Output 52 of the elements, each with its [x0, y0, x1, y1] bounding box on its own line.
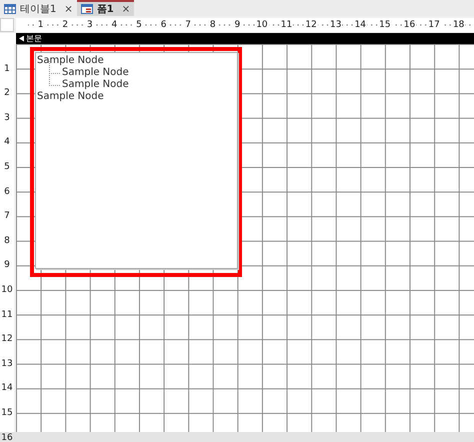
ruler-number: 11 — [280, 20, 294, 30]
ruler-number: 15 — [378, 20, 392, 30]
ruler-number: 11 — [1, 310, 13, 320]
ruler-number: 14 — [354, 20, 368, 30]
section-header[interactable]: 본문 — [16, 33, 474, 44]
ruler-number: 2 — [4, 88, 10, 98]
tree-node[interactable]: Sample Node — [37, 55, 104, 67]
ruler-number: 4 — [4, 137, 10, 148]
tree-connector — [49, 73, 61, 86]
section-title: 본문 — [26, 34, 42, 44]
ruler-number: 8 — [4, 236, 10, 246]
ruler-number: 4 — [110, 20, 118, 30]
tree-node[interactable]: Sample Node — [62, 79, 129, 91]
ruler-corner — [0, 18, 14, 32]
close-button[interactable]: × — [122, 2, 130, 16]
ruler-number: 7 — [4, 211, 10, 222]
ruler-number: 2 — [61, 20, 70, 30]
ruler-number: 5 — [4, 162, 10, 172]
close-button[interactable]: × — [64, 2, 73, 16]
ruler-number: 14 — [1, 383, 13, 394]
ruler-number: 8 — [208, 20, 217, 30]
ruler-number: 1 — [4, 64, 10, 74]
ruler-number: 3 — [86, 20, 94, 30]
ruler-number: 18 — [452, 20, 466, 30]
ruler-number: 1 — [36, 20, 44, 30]
ruler-number: 15 — [1, 408, 13, 418]
ruler-number: 10 — [1, 284, 13, 295]
ruler-number: 12 — [304, 20, 318, 30]
collapse-icon — [19, 36, 24, 42]
ruler-number: 3 — [4, 112, 10, 123]
ruler-number: 16 — [1, 432, 13, 442]
tree-view[interactable]: Sample Node Sample Node Sample Node Sample Node — [35, 52, 238, 269]
ruler-number: 13 — [328, 20, 342, 30]
ruler-number: 13 — [1, 358, 13, 369]
ruler-number: 12 — [1, 334, 13, 344]
ruler-number: 9 — [233, 20, 242, 30]
document-tab[interactable]: 폼1 × — [76, 0, 134, 16]
table-icon — [4, 4, 16, 14]
ruler-number: 17 — [427, 20, 441, 30]
ruler-number: 16 — [402, 20, 416, 30]
ruler-number: 6 — [4, 186, 10, 197]
ruler-number: 7 — [184, 20, 192, 30]
tree-node[interactable]: Sample Node — [37, 91, 104, 103]
tab-label: 테이블1 — [20, 2, 56, 16]
tree-node[interactable]: Sample Node — [62, 67, 129, 79]
tab-label: 폼1 — [96, 2, 114, 16]
ruler-number: 9 — [4, 260, 10, 270]
document-tab[interactable]: 테이블1 × — [0, 0, 77, 16]
form-icon — [80, 4, 93, 14]
ruler-number: 10 — [255, 20, 269, 30]
ruler-number: 5 — [135, 20, 143, 30]
ruler-number: 6 — [160, 20, 168, 30]
